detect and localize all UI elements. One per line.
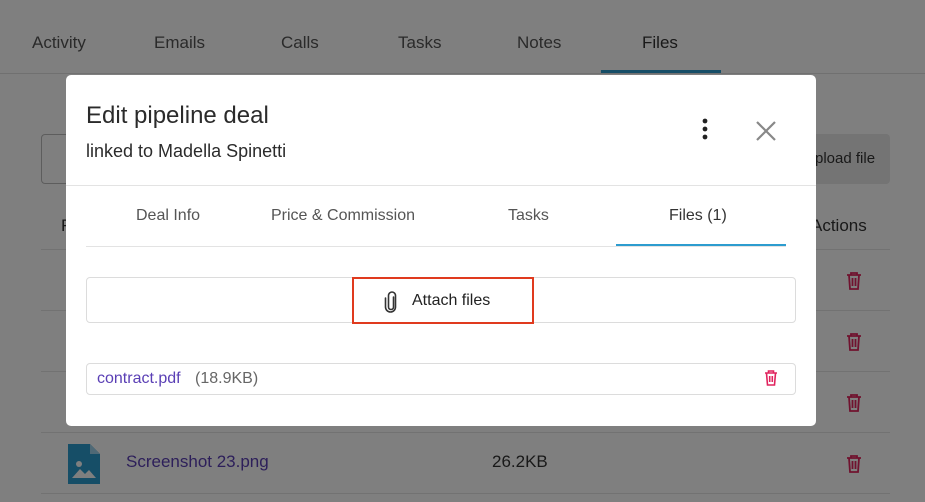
- file-size: (18.9KB): [195, 370, 259, 387]
- close-icon[interactable]: [752, 117, 780, 145]
- trash-icon[interactable]: [764, 369, 778, 387]
- modal-subtitle: linked to Madella Spinetti: [86, 141, 287, 161]
- tabs-divider: [86, 246, 786, 247]
- tab-deal-info[interactable]: Deal Info: [136, 207, 200, 225]
- tab-tasks[interactable]: Tasks: [508, 207, 549, 225]
- tab-price-commission[interactable]: Price & Commission: [271, 207, 415, 225]
- tab-files[interactable]: Files (1): [669, 207, 727, 225]
- paperclip-icon: [384, 291, 397, 313]
- attach-files-button[interactable]: Attach files: [352, 277, 534, 324]
- more-options-icon[interactable]: [693, 115, 717, 145]
- edit-deal-modal: Edit pipeline deal linked to Madella Spi…: [66, 75, 816, 426]
- attached-file-row: contract.pdf (18.9KB): [86, 363, 796, 395]
- attach-files-label: Attach files: [412, 292, 491, 309]
- file-name-link[interactable]: contract.pdf: [97, 370, 181, 388]
- active-tab-indicator: [616, 244, 786, 246]
- header-divider: [66, 185, 816, 186]
- modal-title: Edit pipeline deal: [86, 102, 269, 129]
